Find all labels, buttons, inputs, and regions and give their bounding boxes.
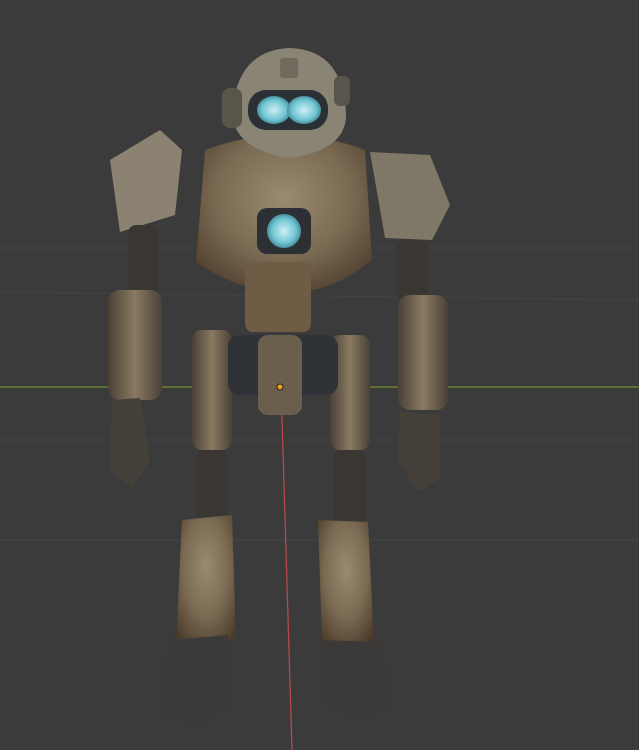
chest-lens-icon [267,214,301,248]
viewport-canvas[interactable] [0,0,639,750]
pelvis-plate [258,335,302,415]
left-leg [160,330,236,725]
left-eye-icon [257,96,291,124]
right-arm [370,152,450,492]
robot-model[interactable] [108,48,450,725]
left-arm [108,130,182,488]
abdomen-plate [245,262,311,332]
right-eye-icon [287,96,321,124]
object-origin-icon[interactable] [276,383,284,391]
3d-viewport[interactable] [0,0,639,750]
